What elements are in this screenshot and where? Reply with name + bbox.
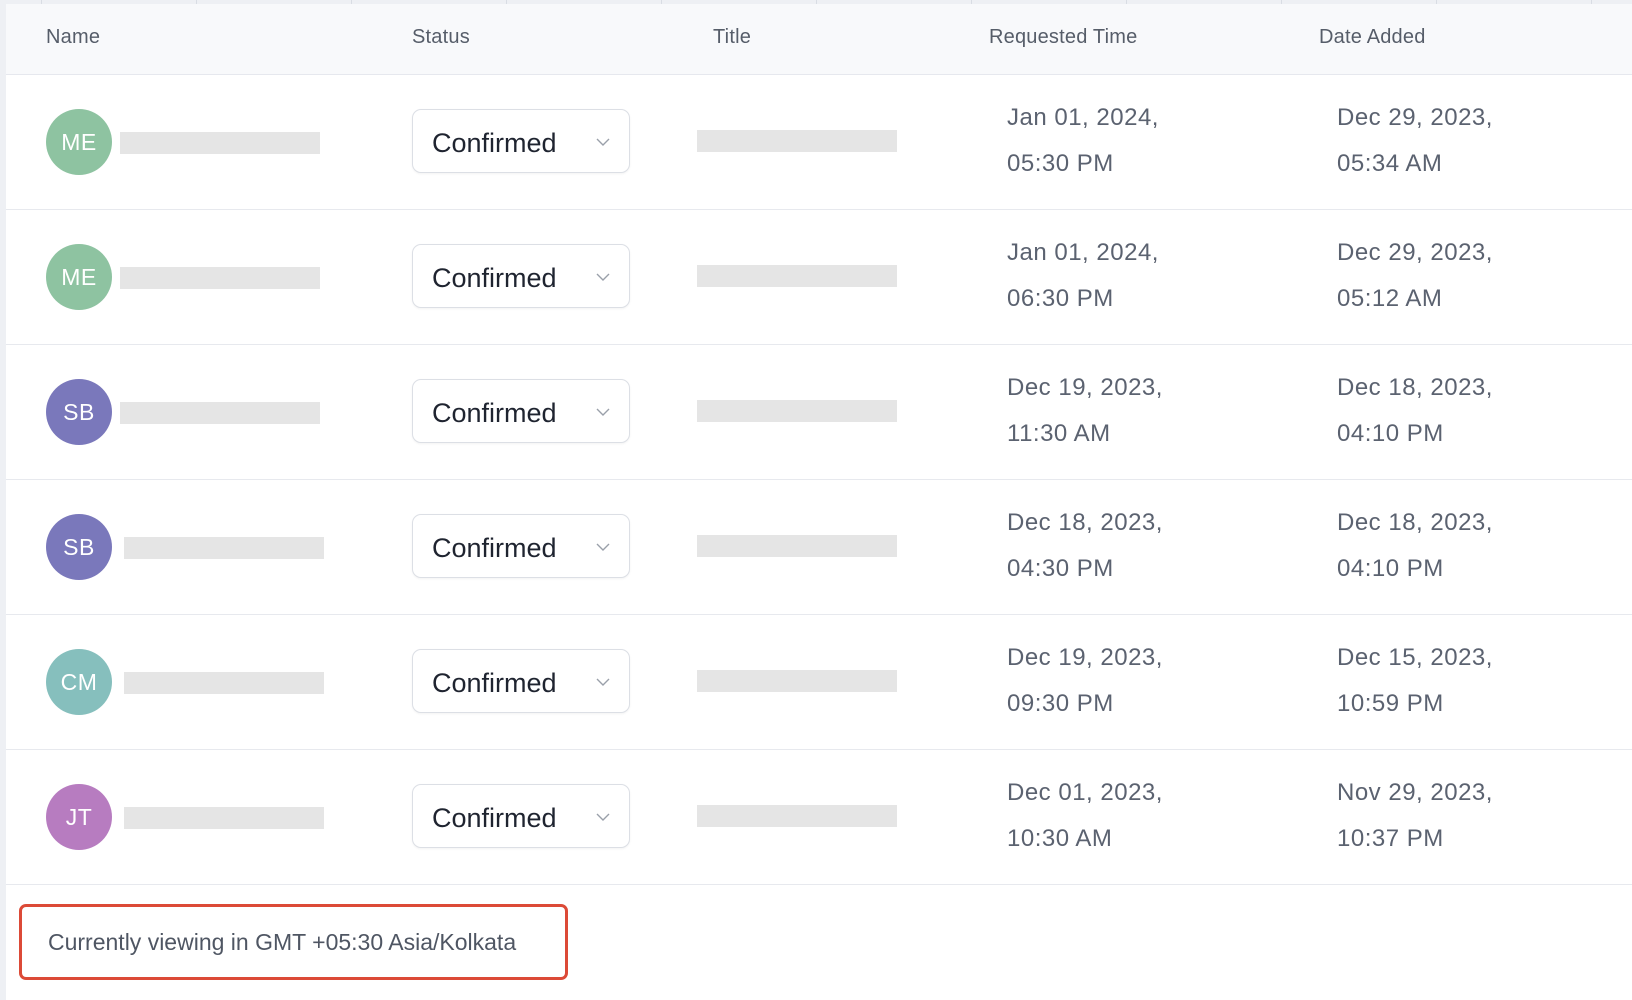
status-value: Confirmed — [432, 263, 557, 293]
chevron-down-icon — [596, 408, 610, 416]
timezone-text: Currently viewing in GMT +05:30 Asia/Kol… — [48, 929, 517, 955]
column-header-title[interactable]: Title — [713, 26, 751, 49]
table-row[interactable]: SB Confirmed Dec 19, 2023, 11:30 AM Dec 1… — [6, 345, 1632, 480]
table-row[interactable]: SB Confirmed Dec 18, 2023, 04:30 PM Dec 1… — [6, 480, 1632, 615]
date-added: Dec 18, 2023, 04:10 PM — [1337, 374, 1493, 447]
requested-time: Dec 01, 2023, 10:30 AM — [1007, 779, 1163, 852]
chevron-down-icon — [596, 138, 610, 146]
avatar: JT — [46, 784, 112, 850]
avatar: ME — [46, 109, 112, 175]
status-value: Confirmed — [432, 398, 557, 428]
title-redacted — [697, 400, 897, 422]
status-dropdown[interactable]: Confirmed — [412, 514, 630, 578]
date-added: Dec 15, 2023, 10:59 PM — [1337, 644, 1493, 717]
name-redacted — [120, 267, 320, 289]
name-redacted — [124, 537, 324, 559]
date-added: Dec 29, 2023, 05:34 AM — [1337, 104, 1493, 177]
date-added: Nov 29, 2023, 10:37 PM — [1337, 779, 1493, 852]
column-header-status[interactable]: Status — [412, 26, 470, 49]
table-row[interactable]: CM Confirmed Dec 19, 2023, 09:30 PM Dec 1… — [6, 615, 1632, 750]
status-dropdown[interactable]: Confirmed — [412, 649, 630, 713]
avatar: SB — [46, 514, 112, 580]
date-added: Dec 29, 2023, 05:12 AM — [1337, 239, 1493, 312]
requested-time: Jan 01, 2024, 06:30 PM — [1007, 239, 1159, 312]
status-value: Confirmed — [432, 128, 557, 158]
table-row[interactable]: ME Confirmed Jan 01, 2024, 05:30 PM Dec 2… — [6, 75, 1632, 210]
name-redacted — [124, 672, 324, 694]
title-redacted — [697, 265, 897, 287]
name-redacted — [120, 132, 320, 154]
requested-time: Jan 01, 2024, 05:30 PM — [1007, 104, 1159, 177]
column-header-name[interactable]: Name — [46, 26, 100, 49]
name-redacted — [124, 807, 324, 829]
column-header-date-added[interactable]: Date Added — [1319, 26, 1426, 49]
status-value: Confirmed — [432, 668, 557, 698]
requested-time: Dec 19, 2023, 11:30 AM — [1007, 374, 1163, 447]
requested-time: Dec 19, 2023, 09:30 PM — [1007, 644, 1163, 717]
status-dropdown[interactable]: Confirmed — [412, 109, 630, 173]
column-header-requested-time[interactable]: Requested Time — [989, 26, 1137, 49]
title-redacted — [697, 130, 897, 152]
title-redacted — [697, 670, 897, 692]
chevron-down-icon — [596, 543, 610, 551]
bookings-view: Name Status Title Requested Time Date Ad… — [0, 0, 1632, 1000]
table-row[interactable]: JT Confirmed Dec 01, 2023, 10:30 AM Nov 2… — [6, 750, 1632, 885]
date-added: Dec 18, 2023, 04:10 PM — [1337, 509, 1493, 582]
status-dropdown[interactable]: Confirmed — [412, 379, 630, 443]
chevron-down-icon — [596, 678, 610, 686]
avatar: SB — [46, 379, 112, 445]
table-header: Name Status Title Requested Time Date Ad… — [6, 4, 1632, 75]
chevron-down-icon — [596, 813, 610, 821]
avatar: ME — [46, 244, 112, 310]
requested-time: Dec 18, 2023, 04:30 PM — [1007, 509, 1163, 582]
bookings-table: Name Status Title Requested Time Date Ad… — [6, 4, 1632, 1000]
title-redacted — [697, 535, 897, 557]
status-dropdown[interactable]: Confirmed — [412, 784, 630, 848]
name-redacted — [120, 402, 320, 424]
title-redacted — [697, 805, 897, 827]
status-value: Confirmed — [432, 803, 557, 833]
avatar: CM — [46, 649, 112, 715]
chevron-down-icon — [596, 273, 610, 281]
table-row[interactable]: ME Confirmed Jan 01, 2024, 06:30 PM Dec 2… — [6, 210, 1632, 345]
status-dropdown[interactable]: Confirmed — [412, 244, 630, 308]
timezone-notice: Currently viewing in GMT +05:30 Asia/Kol… — [19, 904, 568, 980]
status-value: Confirmed — [432, 533, 557, 563]
